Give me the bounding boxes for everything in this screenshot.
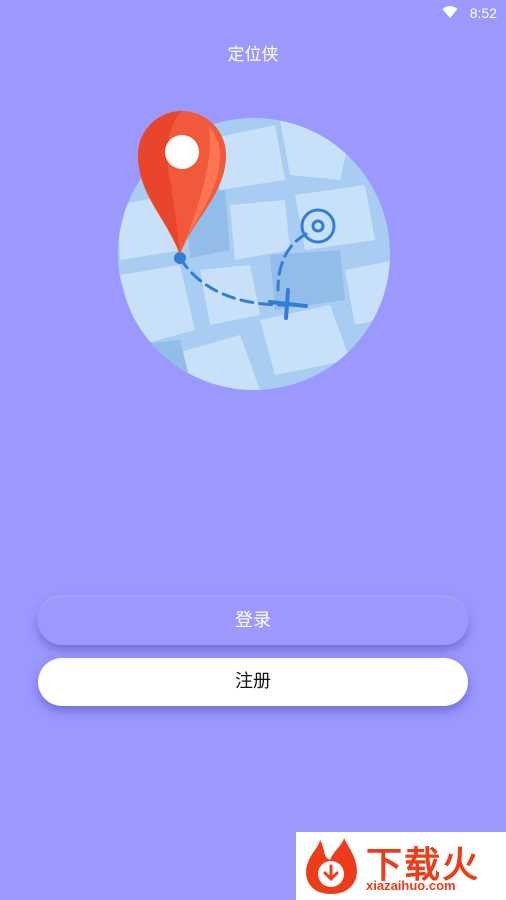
hero-illustration [110, 100, 400, 400]
register-button[interactable]: 注册 [38, 658, 468, 706]
wifi-icon [442, 5, 458, 23]
login-button[interactable]: 登录 [38, 597, 468, 645]
watermark-domain: xiazaihuo.com [366, 878, 456, 893]
watermark: 下载火 xiazaihuo.com [296, 832, 506, 900]
status-time: 8:52 [469, 5, 497, 21]
status-bar: 8:52 [0, 0, 506, 26]
app-title: 定位侠 [227, 45, 279, 65]
flame-logo-icon [300, 836, 362, 900]
